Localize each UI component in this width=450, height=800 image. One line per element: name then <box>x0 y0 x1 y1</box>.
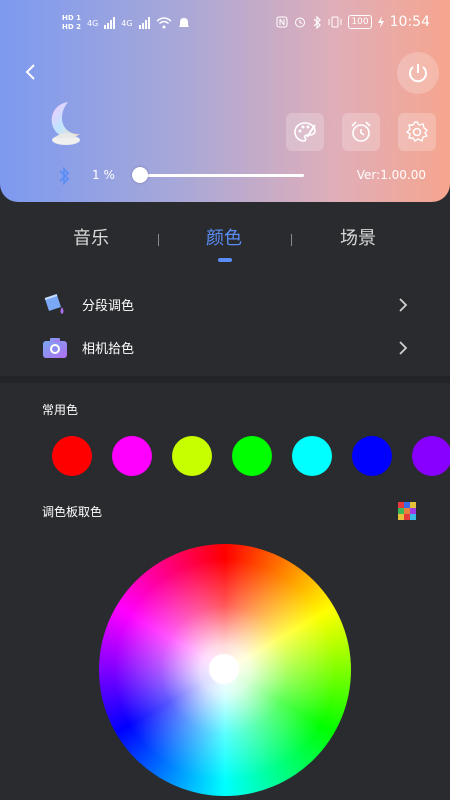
alarm-icon <box>295 17 306 28</box>
signal-type-1: 4G <box>86 18 99 28</box>
tab-color[interactable]: 颜色 <box>179 222 269 256</box>
menu-item-camera-pick[interactable]: 相机拾色 <box>0 328 450 368</box>
chevron-right-icon <box>399 298 408 312</box>
nfc-icon <box>276 16 288 28</box>
version-label: Ver:1.00.00 <box>356 168 426 182</box>
tab-music[interactable]: 音乐 <box>46 222 136 256</box>
chevron-left-icon <box>25 64 35 80</box>
moon-lamp-icon <box>40 98 90 148</box>
wifi-icon <box>156 17 172 29</box>
color-swatch[interactable] <box>112 436 152 476</box>
clock: 10:54 <box>389 14 430 30</box>
color-swatch[interactable] <box>412 436 450 476</box>
brightness-percent: 1 % <box>92 168 115 182</box>
chevron-right-icon <box>399 341 408 355</box>
notification-icon <box>178 18 189 27</box>
power-button[interactable] <box>397 52 439 94</box>
camera-icon <box>43 338 67 358</box>
gear-icon <box>406 121 428 142</box>
menu-item-segment-color[interactable]: 分段调色 <box>0 285 450 325</box>
tab-scene[interactable]: 场景 <box>313 222 403 256</box>
power-icon <box>409 64 427 83</box>
bluetooth-status-icon <box>314 15 322 29</box>
timer-button[interactable] <box>342 113 380 151</box>
alarm-clock-icon <box>351 121 371 142</box>
signal-icon <box>104 17 116 29</box>
tab-active-indicator <box>218 258 232 262</box>
color-wheel-gradient[interactable] <box>99 544 351 796</box>
paint-bucket-icon <box>44 294 64 314</box>
section-divider <box>0 376 450 383</box>
palette-title: 调色板取色 <box>42 505 103 519</box>
menu-label: 相机拾色 <box>82 342 135 357</box>
color-swatch[interactable] <box>232 436 272 476</box>
status-bar: HD 1 HD 2 4G 4G 100 10:54 <box>0 14 450 42</box>
battery-indicator: 100 <box>348 15 372 29</box>
charging-icon <box>377 16 384 28</box>
color-swatch[interactable] <box>292 436 332 476</box>
bluetooth-icon <box>59 166 70 186</box>
signal-icon-2 <box>138 17 150 29</box>
brightness-slider-knob[interactable] <box>131 167 148 183</box>
color-grid-icon[interactable] <box>398 502 416 520</box>
common-colors-title: 常用色 <box>42 403 79 417</box>
back-button[interactable] <box>20 60 40 84</box>
color-swatch[interactable] <box>52 436 92 476</box>
vibrate-icon <box>328 16 342 28</box>
color-wheel[interactable] <box>99 544 351 796</box>
tab-separator <box>158 234 159 246</box>
menu-label: 分段调色 <box>82 299 135 314</box>
color-wheel-picker[interactable] <box>209 654 239 684</box>
palette-button[interactable] <box>286 113 324 151</box>
hd-indicator: HD 1 HD 2 <box>62 14 81 31</box>
color-swatch[interactable] <box>352 436 392 476</box>
tab-separator <box>291 234 292 246</box>
settings-button[interactable] <box>398 113 436 151</box>
signal-type-2: 4G <box>121 18 133 28</box>
palette-icon <box>294 122 316 142</box>
color-swatch[interactable] <box>172 436 212 476</box>
brightness-slider-track[interactable] <box>136 174 304 177</box>
